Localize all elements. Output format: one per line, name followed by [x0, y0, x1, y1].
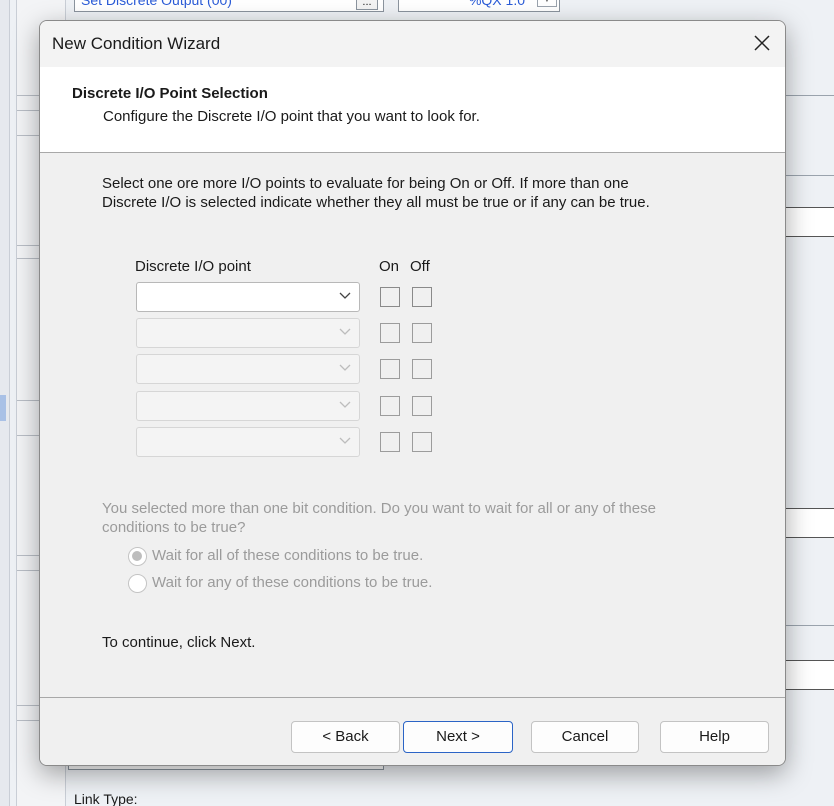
chevron-down-icon[interactable]: ▼ [537, 0, 557, 7]
column-header-point: Discrete I/O point [135, 258, 251, 275]
condition-question: You selected more than one bit condition… [102, 499, 742, 537]
chevron-down-icon [339, 324, 351, 336]
cancel-button[interactable]: Cancel [531, 721, 639, 753]
header-subtitle: Configure the Discrete I/O point that yo… [103, 108, 480, 125]
io-point-combo-5[interactable] [136, 427, 360, 457]
wizard-content: Select one ore more I/O points to evalua… [40, 154, 785, 697]
on-checkbox-3[interactable] [380, 359, 400, 379]
intro-line-2: Discrete I/O is selected indicate whethe… [102, 194, 650, 211]
intro-line-1: Select one ore more I/O points to evalua… [102, 175, 629, 192]
off-checkbox-3[interactable] [412, 359, 432, 379]
io-point-combo-2[interactable] [136, 318, 360, 348]
back-button[interactable]: < Back [291, 721, 400, 753]
chevron-down-icon [339, 288, 351, 300]
next-button[interactable]: Next > [403, 721, 513, 753]
on-checkbox-5[interactable] [380, 432, 400, 452]
background-field-text: Set Discrete Output (00) [81, 0, 232, 8]
on-checkbox-1[interactable] [380, 287, 400, 307]
off-checkbox-4[interactable] [412, 396, 432, 416]
io-point-combo-3[interactable] [136, 354, 360, 384]
intro-text: Select one ore more I/O points to evalua… [102, 174, 742, 212]
question-line-2: conditions to be true? [102, 519, 246, 536]
background-field-2-text: %QX 1.0 [468, 0, 525, 8]
new-condition-wizard-dialog: New Condition Wizard Discrete I/O Point … [39, 20, 786, 766]
left-strip [0, 0, 10, 806]
background-right-field [786, 207, 834, 237]
background-field-2[interactable]: %QX 1.0 ▼ [398, 0, 560, 12]
header-title: Discrete I/O Point Selection [72, 85, 268, 102]
radio-wait-any-label: Wait for any of these conditions to be t… [152, 574, 433, 591]
strip-highlight [0, 395, 6, 421]
off-checkbox-2[interactable] [412, 323, 432, 343]
link-type-label: Link Type: [74, 791, 138, 806]
background-field[interactable]: Set Discrete Output (00) [74, 0, 384, 12]
on-checkbox-4[interactable] [380, 396, 400, 416]
radio-button-selected[interactable] [128, 547, 147, 566]
on-checkbox-2[interactable] [380, 323, 400, 343]
background-right-field [786, 508, 834, 538]
wizard-footer: < Back Next > Cancel Help [40, 697, 785, 765]
column-header-on: On [379, 258, 400, 275]
help-button[interactable]: Help [660, 721, 769, 753]
chevron-down-icon [339, 433, 351, 445]
radio-wait-all-label: Wait for all of these conditions to be t… [152, 547, 424, 564]
browse-button[interactable]: ... [356, 0, 378, 10]
question-line-1: You selected more than one bit condition… [102, 500, 656, 517]
chevron-down-icon [339, 397, 351, 409]
off-checkbox-1[interactable] [412, 287, 432, 307]
radio-button[interactable] [128, 574, 147, 593]
title-bar: New Condition Wizard [40, 21, 785, 67]
io-point-combo-1[interactable] [136, 282, 360, 312]
close-icon[interactable] [739, 21, 785, 67]
column-header-off: Off [410, 258, 430, 275]
wizard-header: Discrete I/O Point Selection Configure t… [40, 67, 785, 153]
dialog-title: New Condition Wizard [52, 34, 221, 53]
continue-instruction: To continue, click Next. [102, 634, 256, 651]
background-right-field [786, 660, 834, 690]
off-checkbox-5[interactable] [412, 432, 432, 452]
io-point-combo-4[interactable] [136, 391, 360, 421]
chevron-down-icon [339, 360, 351, 372]
